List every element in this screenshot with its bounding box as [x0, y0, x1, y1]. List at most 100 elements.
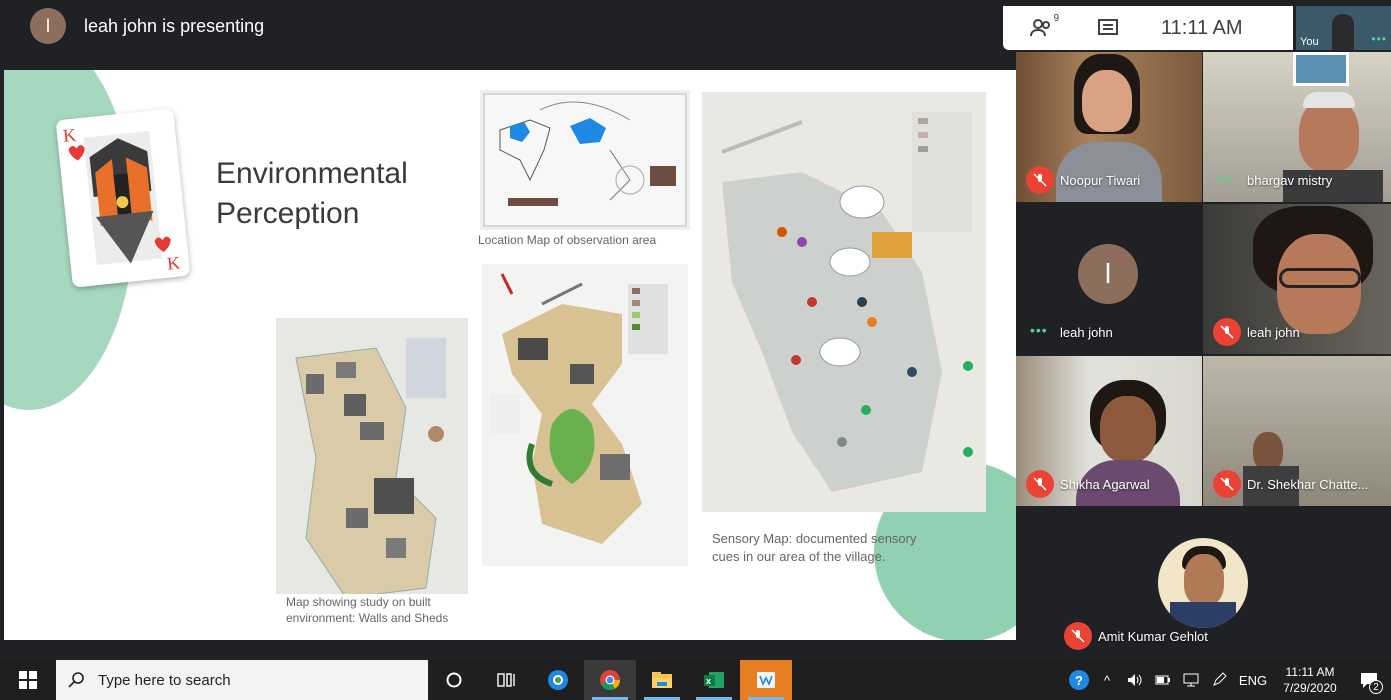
- built-environment-caption: Map showing study on built environment: …: [286, 594, 448, 626]
- self-video: [1332, 14, 1354, 50]
- windows-taskbar: x ? ^ ENG 11:11 AM 7/29: [0, 660, 1391, 700]
- participant-face: [1184, 554, 1224, 606]
- chat-button[interactable]: [1095, 17, 1121, 39]
- speaker-icon: [1128, 674, 1142, 686]
- app-window: l leah john is presenting 9 11:11 AM You…: [0, 0, 1391, 700]
- sensory-caption-line-2: cues in our area of the village.: [712, 549, 886, 564]
- volume-button[interactable]: [1121, 660, 1149, 700]
- slide-title: Environmental Perception: [216, 154, 408, 234]
- svg-text:K: K: [166, 252, 181, 273]
- participant-tile[interactable]: leah john: [1203, 204, 1391, 354]
- participant-body: [1056, 142, 1162, 202]
- taskbar-app-excel[interactable]: x: [688, 660, 740, 700]
- location-map-caption: Location Map of observation area: [478, 233, 657, 247]
- speaking-indicator-icon: •••: [1030, 322, 1048, 338]
- excel-icon: x: [704, 672, 724, 688]
- search-input[interactable]: [98, 671, 398, 689]
- taskbar-search[interactable]: [56, 660, 428, 700]
- participant-name: Shikha Agarwal: [1060, 477, 1150, 492]
- participant-face: [1299, 98, 1359, 172]
- cortana-button[interactable]: [428, 660, 480, 700]
- svg-text:?: ?: [1075, 673, 1083, 688]
- taskbar-app-file-explorer[interactable]: [636, 660, 688, 700]
- participant-tile[interactable]: Dr. Shekhar Chatte...: [1203, 356, 1391, 506]
- built-environment-map-photo: [276, 318, 468, 594]
- folder-icon: [652, 672, 672, 688]
- notification-count: 2: [1369, 680, 1383, 694]
- title-line-2: Perception: [216, 197, 360, 230]
- cortana-icon: [446, 672, 462, 688]
- self-view-tile[interactable]: You •••: [1296, 6, 1391, 50]
- sensory-caption-line-1: Sensory Map: documented sensory: [712, 531, 917, 546]
- mic-off-icon: [1026, 166, 1054, 194]
- speaking-indicator-icon: •••: [1217, 170, 1235, 186]
- network-icon: [1183, 673, 1199, 687]
- show-hidden-icons-button[interactable]: ^: [1093, 660, 1121, 700]
- network-button[interactable]: [1177, 660, 1205, 700]
- language-label: ENG: [1238, 672, 1268, 688]
- presenting-label: leah john is presenting: [84, 15, 265, 36]
- self-label: You: [1300, 36, 1319, 48]
- participant-body: [1170, 602, 1236, 628]
- battery-icon: [1155, 675, 1170, 685]
- people-icon: [1030, 19, 1050, 37]
- mic-off-icon: [1213, 318, 1241, 346]
- participant-tile[interactable]: l ••• leah john: [1016, 204, 1202, 354]
- presentation-slide: K K Environmental Perception Location Ma…: [4, 70, 1016, 640]
- pen-button[interactable]: [1205, 660, 1233, 700]
- participant-tile[interactable]: Shikha Agarwal: [1016, 356, 1202, 506]
- participant-name: leah john: [1247, 325, 1300, 340]
- participant-tile[interactable]: Amit Kumar Gehlot: [1054, 508, 1354, 658]
- mic-off-icon: [1064, 622, 1092, 650]
- king-of-hearts-card-image: K K: [55, 108, 191, 288]
- chrome-icon: [600, 670, 621, 691]
- taskbar-date: 7/29/2020: [1283, 681, 1337, 695]
- action-center-button[interactable]: 2: [1347, 660, 1391, 700]
- participant-name: bhargav mistry: [1247, 173, 1333, 188]
- system-tray: ? ^ ENG 11:11 AM 7/29/2020 2: [1065, 660, 1391, 700]
- participant-name: Dr. Shekhar Chatte...: [1247, 477, 1369, 492]
- chevron-up-icon: ^: [1103, 672, 1111, 688]
- start-button[interactable]: [0, 660, 56, 700]
- taskbar-clock[interactable]: 11:11 AM 7/29/2020: [1273, 664, 1347, 696]
- built-environment-caption-line-1: Map showing study on built: [286, 595, 431, 609]
- taskbar-app-chrome[interactable]: [584, 660, 636, 700]
- svg-text:K: K: [62, 125, 77, 146]
- browser-icon: [548, 670, 568, 690]
- chat-icon: [1098, 19, 1118, 35]
- mic-off-icon: [1026, 470, 1054, 498]
- meeting-controls: 9 11:11 AM: [1003, 6, 1293, 50]
- taskbar-app-whiteboard[interactable]: [740, 660, 792, 700]
- title-line-1: Environmental: [216, 157, 408, 190]
- people-count: 9: [1053, 13, 1059, 24]
- participant-tile[interactable]: ••• bhargav mistry: [1203, 52, 1391, 202]
- taskbar-app-edge[interactable]: [532, 660, 584, 700]
- battery-button[interactable]: [1149, 660, 1177, 700]
- participant-hair: [1303, 92, 1355, 108]
- people-button[interactable]: 9: [1029, 13, 1059, 39]
- participant-tile[interactable]: Noopur Tiwari: [1016, 52, 1202, 202]
- participant-face: [1253, 432, 1283, 470]
- presenting-bar: l leah john is presenting: [0, 0, 1016, 52]
- taskbar-time: 11:11 AM: [1285, 665, 1335, 679]
- sensory-map-caption: Sensory Map: documented sensory cues in …: [712, 530, 917, 566]
- participant-face: [1100, 396, 1156, 462]
- input-language-button[interactable]: ENG: [1233, 660, 1273, 700]
- task-view-button[interactable]: [480, 660, 532, 700]
- pen-icon: [1213, 672, 1227, 686]
- participant-face: [1082, 70, 1132, 132]
- participant-name: leah john: [1060, 325, 1113, 340]
- more-options-icon[interactable]: •••: [1371, 32, 1387, 46]
- sensory-map-photo: [702, 92, 986, 512]
- meeting-clock: 11:11 AM: [1161, 16, 1243, 39]
- wall-frame: [1293, 52, 1349, 86]
- glasses: [1279, 268, 1361, 288]
- participant-name: Noopur Tiwari: [1060, 173, 1141, 188]
- help-button[interactable]: ?: [1065, 660, 1093, 700]
- location-map-photo: [480, 90, 690, 230]
- windows-icon: [19, 671, 37, 689]
- search-icon: [68, 672, 84, 688]
- mic-off-icon: [1213, 470, 1241, 498]
- participant-name: Amit Kumar Gehlot: [1098, 629, 1208, 644]
- participant-avatar: l: [1078, 244, 1138, 304]
